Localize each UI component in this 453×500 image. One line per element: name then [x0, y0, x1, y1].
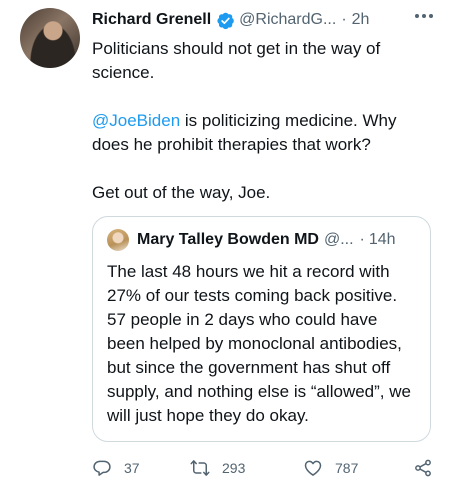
like-button[interactable]: 787 — [303, 456, 358, 480]
tweet[interactable]: Richard Grenell @RichardG... · 2h Politi… — [0, 0, 453, 500]
quoted-tweet-header: Mary Talley Bowden MD @... · 14h — [107, 229, 418, 251]
retweet-icon — [190, 460, 210, 476]
author-avatar[interactable] — [20, 8, 80, 68]
quoted-tweet-timestamp: 14h — [368, 231, 396, 248]
like-count: 787 — [335, 460, 359, 476]
quoted-tweet[interactable]: Mary Talley Bowden MD @... · 14h The las… — [92, 216, 431, 442]
author-handle[interactable]: @RichardG... — [239, 11, 336, 29]
retweet-button[interactable]: 293 — [190, 456, 245, 480]
reply-button[interactable]: 37 — [92, 456, 140, 480]
tweet-actions: 37 293 787 — [92, 456, 437, 480]
verified-badge-icon — [217, 12, 234, 29]
tweet-content: Richard Grenell @RichardG... · 2h Politi… — [92, 8, 437, 205]
heart-icon — [304, 460, 322, 476]
more-dots-icon[interactable] — [415, 14, 433, 18]
tweet-timestamp[interactable]: 2h — [352, 11, 370, 29]
tweet-line-3: Get out of the way, Joe. — [92, 183, 271, 202]
share-icon — [415, 459, 431, 477]
share-button[interactable] — [413, 456, 433, 480]
quoted-author-name: Mary Talley Bowden MD — [137, 231, 319, 248]
reply-count: 37 — [124, 460, 140, 476]
tweet-text: Politicians should not get in the way of… — [92, 37, 437, 205]
tweet-line-1: Politicians should not get in the way of… — [92, 39, 381, 82]
tweet-line-2: @JoeBiden is politicizing medicine. Why … — [92, 109, 437, 157]
author-name[interactable]: Richard Grenell — [92, 11, 211, 29]
header-separator: · — [341, 11, 347, 28]
quoted-header-separator: · — [359, 231, 365, 248]
mention-link[interactable]: @JoeBiden — [92, 111, 180, 130]
quoted-author-handle: @... — [323, 231, 354, 248]
retweet-count: 293 — [222, 460, 246, 476]
quoted-author-avatar — [107, 229, 129, 251]
quoted-tweet-text: The last 48 hours we hit a record with 2… — [107, 262, 411, 425]
tweet-header: Richard Grenell @RichardG... · 2h — [92, 8, 437, 32]
reply-icon — [93, 460, 111, 476]
